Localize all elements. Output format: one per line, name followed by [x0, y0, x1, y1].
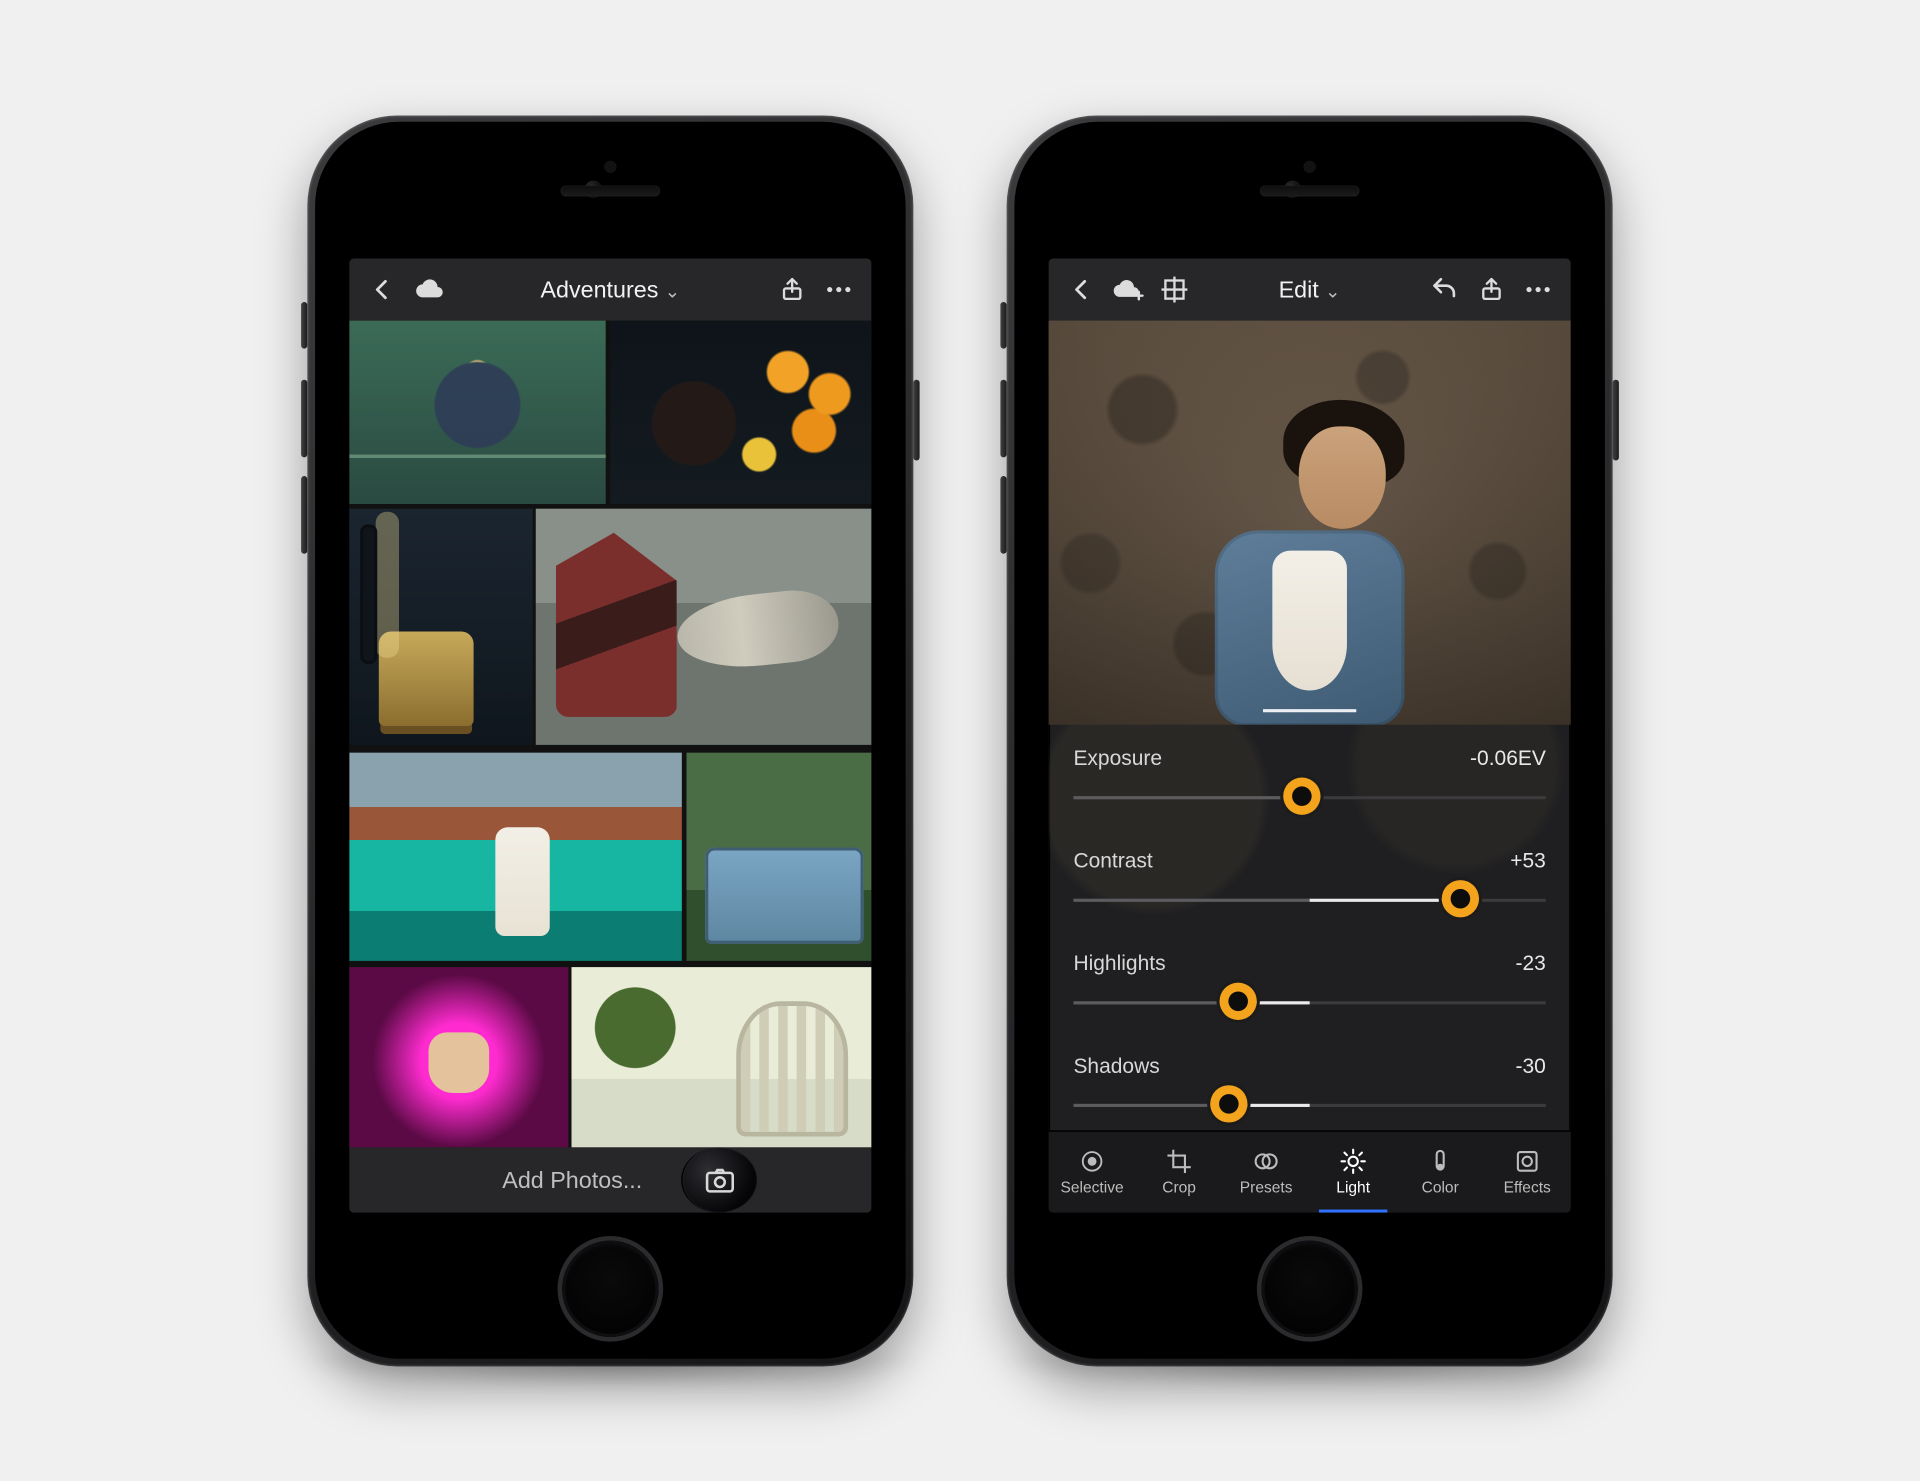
- tool-selective[interactable]: Selective: [1049, 1131, 1136, 1212]
- photo-grid: [349, 320, 871, 1147]
- undo-icon[interactable]: [1428, 274, 1462, 305]
- photo-thumbnail[interactable]: [686, 752, 871, 960]
- slider-highlights: Highlights -23: [1073, 936, 1545, 1039]
- mode-title-text: Edit: [1279, 276, 1319, 302]
- selective-icon: [1078, 1147, 1106, 1175]
- tool-presets[interactable]: Presets: [1223, 1131, 1310, 1212]
- photo-thumbnail[interactable]: [349, 509, 532, 745]
- topbar: Adventures ⌄: [349, 258, 871, 320]
- slider-value: +53: [1510, 849, 1546, 872]
- slider-label: Exposure: [1073, 746, 1162, 769]
- straighten-icon[interactable]: [1157, 274, 1191, 305]
- slider-track[interactable]: [1073, 1001, 1545, 1004]
- edit-screen: Edit ⌄: [1049, 258, 1571, 1212]
- slider-label: Shadows: [1073, 1054, 1159, 1077]
- tool-crop[interactable]: Crop: [1136, 1131, 1223, 1212]
- chevron-down-icon: ⌄: [1325, 279, 1341, 301]
- slider-value: -23: [1516, 951, 1546, 974]
- add-photos-bar: Add Photos...: [349, 1147, 871, 1212]
- color-icon: [1426, 1147, 1454, 1175]
- cloud-icon[interactable]: [411, 274, 445, 305]
- tool-label: Light: [1336, 1180, 1370, 1197]
- phone-editor: Edit ⌄: [1007, 115, 1613, 1366]
- slider-knob[interactable]: [1442, 880, 1479, 917]
- more-icon[interactable]: [822, 274, 856, 305]
- slider-knob[interactable]: [1284, 777, 1321, 814]
- camera-button[interactable]: [681, 1147, 757, 1212]
- photo-thumbnail[interactable]: [349, 320, 606, 504]
- tool-label: Selective: [1061, 1180, 1124, 1197]
- phone-gallery: Adventures ⌄: [307, 115, 913, 1366]
- presets-icon: [1252, 1147, 1280, 1175]
- photo-thumbnail[interactable]: [349, 967, 568, 1147]
- tool-label: Crop: [1162, 1180, 1196, 1197]
- slider-shadows: Shadows -30: [1073, 1038, 1545, 1141]
- slider-exposure: Exposure -0.06EV: [1073, 730, 1545, 833]
- home-button[interactable]: [1261, 1240, 1357, 1336]
- light-sliders: Exposure -0.06EV Contrast +53 Highlights -23 S…: [1049, 724, 1571, 1131]
- tool-effects[interactable]: Effects: [1484, 1131, 1571, 1212]
- photo-preview[interactable]: [1049, 320, 1571, 724]
- topbar: Edit ⌄: [1049, 258, 1571, 320]
- chevron-down-icon: ⌄: [665, 279, 681, 301]
- collection-title-text: Adventures: [540, 276, 658, 302]
- light-icon: [1339, 1147, 1367, 1175]
- slider-value: -0.06EV: [1470, 746, 1546, 769]
- tool-color[interactable]: Color: [1397, 1131, 1484, 1212]
- back-icon[interactable]: [365, 275, 399, 303]
- crop-icon: [1165, 1147, 1193, 1175]
- slider-knob[interactable]: [1211, 1085, 1248, 1122]
- slider-knob[interactable]: [1220, 982, 1257, 1019]
- home-button[interactable]: [562, 1240, 658, 1336]
- share-icon[interactable]: [775, 275, 809, 303]
- photo-thumbnail[interactable]: [610, 320, 871, 504]
- back-icon[interactable]: [1064, 275, 1098, 303]
- effects-icon: [1513, 1147, 1541, 1175]
- slider-contrast: Contrast +53: [1073, 833, 1545, 936]
- slider-track[interactable]: [1073, 1103, 1545, 1106]
- photo-thumbnail[interactable]: [349, 752, 682, 960]
- gallery-screen: Adventures ⌄: [349, 258, 871, 1212]
- tool-label: Color: [1422, 1180, 1459, 1197]
- tool-strip: Selective Crop Presets Light Color Effects: [1049, 1130, 1571, 1212]
- tool-label: Presets: [1240, 1180, 1293, 1197]
- more-icon[interactable]: [1521, 274, 1555, 305]
- slider-label: Contrast: [1073, 849, 1152, 872]
- tool-light[interactable]: Light: [1310, 1131, 1397, 1212]
- share-icon[interactable]: [1474, 275, 1508, 303]
- slider-label: Highlights: [1073, 951, 1165, 974]
- cloud-add-icon[interactable]: [1111, 274, 1145, 305]
- photo-thumbnail[interactable]: [572, 967, 871, 1147]
- photo-thumbnail[interactable]: [536, 509, 872, 745]
- tool-label: Effects: [1504, 1180, 1551, 1197]
- slider-value: -30: [1516, 1054, 1546, 1077]
